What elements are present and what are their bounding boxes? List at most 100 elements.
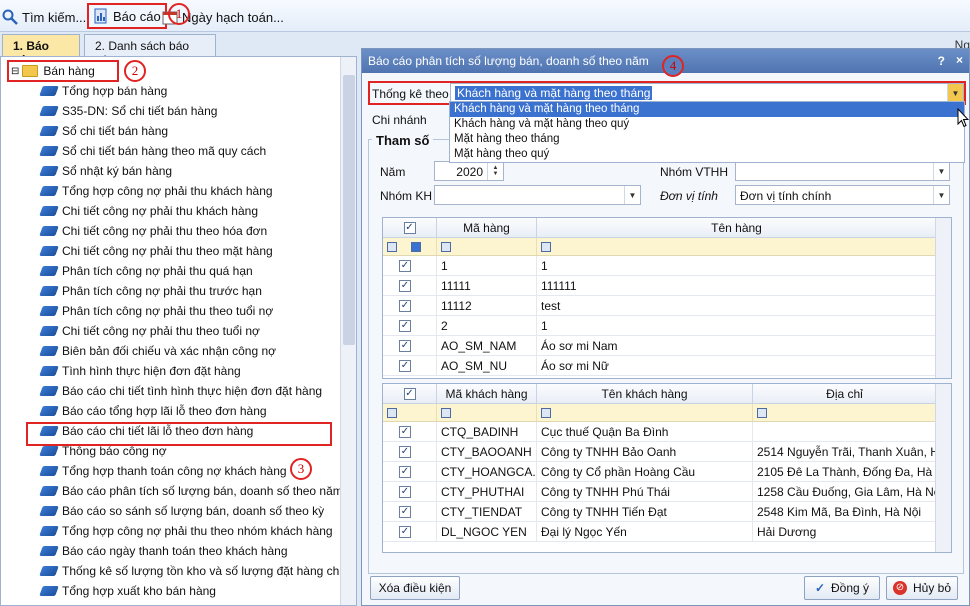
- tree-item[interactable]: Phân tích công nợ phải thu quá hạn: [39, 261, 253, 281]
- tree-item[interactable]: Tổng hợp bán hàng: [39, 81, 167, 101]
- report-button[interactable]: Báo cáo: [87, 3, 167, 29]
- tree-item[interactable]: Chi tiết công nợ phải thu theo hóa đơn: [39, 221, 267, 241]
- filter-cell[interactable]: [437, 238, 537, 255]
- items-col-name[interactable]: Tên hàng: [537, 218, 937, 237]
- row-checkbox[interactable]: ✓: [399, 259, 411, 272]
- filter-cell[interactable]: [437, 404, 537, 421]
- tree-item[interactable]: Tình hình thực hiện đơn đặt hàng: [39, 361, 241, 381]
- filter-cell[interactable]: [383, 404, 437, 421]
- chevron-down-icon[interactable]: ▼: [933, 162, 949, 180]
- cancel-button[interactable]: ⊘ Hủy bỏ: [886, 576, 958, 600]
- tree-item[interactable]: Thống kê số lượng tồn kho và số lượng đặ…: [39, 561, 354, 581]
- tree-item[interactable]: Tổng hợp công nợ phải thu theo nhóm khác…: [39, 521, 333, 541]
- table-row[interactable]: ✓ AO_SM_NU Áo sơ mi Nữ: [383, 356, 951, 376]
- row-checkbox[interactable]: ✓: [399, 425, 411, 438]
- stat-combo[interactable]: Khách hàng và mặt hàng theo tháng ▼: [450, 83, 964, 103]
- chevron-down-icon[interactable]: ▼: [947, 84, 963, 102]
- tree-item[interactable]: Tổng hợp công nợ phải thu khách hàng: [39, 181, 273, 201]
- clear-filter-button[interactable]: Xóa điều kiện: [370, 576, 460, 600]
- table-row[interactable]: ✓ DL_NGOC YEN Đại lý Ngọc Yến Hải Dương: [383, 522, 951, 542]
- row-checkbox-cell[interactable]: ✓: [383, 256, 437, 275]
- dropdown-option[interactable]: Khách hàng và mặt hàng theo quý: [450, 117, 964, 132]
- row-checkbox[interactable]: ✓: [399, 525, 411, 538]
- row-checkbox-cell[interactable]: ✓: [383, 276, 437, 295]
- customers-col-address[interactable]: Địa chỉ: [753, 384, 937, 403]
- filter-icon[interactable]: [387, 241, 397, 252]
- row-checkbox-cell[interactable]: ✓: [383, 356, 437, 375]
- tree-item[interactable]: Phân tích công nợ phải thu trước hạn: [39, 281, 262, 301]
- table-row[interactable]: ✓ AO_SM_NAM Áo sơ mi Nam: [383, 336, 951, 356]
- tree-item[interactable]: Báo cáo tổng hợp lãi lỗ theo đơn hàng: [39, 401, 267, 421]
- row-checkbox-cell[interactable]: ✓: [383, 296, 437, 315]
- tree-item[interactable]: Báo cáo chi tiết tình hình thực hiện đơn…: [39, 381, 322, 401]
- select-all-checkbox[interactable]: ✓: [383, 384, 437, 403]
- filter-icon[interactable]: [411, 241, 421, 252]
- row-checkbox-cell[interactable]: ✓: [383, 462, 437, 481]
- row-checkbox[interactable]: ✓: [399, 445, 411, 458]
- tree-item[interactable]: Sổ nhật ký bán hàng: [39, 161, 172, 181]
- chevron-down-icon[interactable]: ▼: [624, 186, 640, 204]
- row-checkbox[interactable]: ✓: [399, 339, 411, 352]
- filter-icon[interactable]: [541, 407, 551, 418]
- filter-cell[interactable]: [537, 238, 937, 255]
- tree-scrollbar[interactable]: [340, 57, 356, 605]
- row-checkbox-cell[interactable]: ✓: [383, 336, 437, 355]
- tree-root-sales[interactable]: ⊟ Bán hàng: [7, 60, 119, 82]
- row-checkbox-cell[interactable]: ✓: [383, 422, 437, 441]
- tree-item[interactable]: Báo cáo phân tích số lượng bán, doanh số…: [39, 481, 343, 501]
- row-checkbox[interactable]: ✓: [399, 319, 411, 332]
- tree-item[interactable]: Phân tích công nợ phải thu theo tuổi nợ: [39, 301, 273, 321]
- row-checkbox-cell[interactable]: ✓: [383, 316, 437, 335]
- filter-icon[interactable]: [387, 407, 397, 418]
- search-button[interactable]: Tìm kiếm...: [2, 6, 86, 28]
- dropdown-option[interactable]: Mặt hàng theo quý: [450, 147, 964, 162]
- customers-col-code[interactable]: Mã khách hàng: [437, 384, 537, 403]
- row-checkbox-cell[interactable]: ✓: [383, 522, 437, 541]
- filter-icon[interactable]: [441, 241, 451, 252]
- table-row[interactable]: ✓ 2 1: [383, 316, 951, 336]
- dropdown-option[interactable]: Khách hàng và mặt hàng theo tháng: [450, 102, 964, 117]
- help-icon[interactable]: ?: [938, 54, 945, 68]
- collapse-icon[interactable]: ⊟: [11, 66, 19, 77]
- tab-report-list[interactable]: 2. Danh sách báo cáo: [84, 34, 216, 67]
- row-checkbox[interactable]: ✓: [399, 505, 411, 518]
- row-checkbox[interactable]: ✓: [399, 485, 411, 498]
- unit-combo[interactable]: Đơn vị tính chính ▼: [735, 185, 950, 205]
- filter-icon[interactable]: [757, 407, 767, 418]
- row-checkbox[interactable]: ✓: [399, 465, 411, 478]
- filter-cell[interactable]: [753, 404, 937, 421]
- filter-cell[interactable]: [537, 404, 753, 421]
- tree-item[interactable]: Báo cáo ngày thanh toán theo khách hàng: [39, 541, 288, 561]
- table-row[interactable]: ✓ 1 1: [383, 256, 951, 276]
- filter-icon[interactable]: [441, 407, 451, 418]
- table-row[interactable]: ✓ CTY_BAOOANH Công ty TNHH Bảo Oanh 2514 Ng…: [383, 442, 951, 462]
- select-all-checkbox[interactable]: ✓: [383, 218, 437, 237]
- items-col-code[interactable]: Mã hàng: [437, 218, 537, 237]
- table-row[interactable]: ✓ 11112 test: [383, 296, 951, 316]
- year-spinner[interactable]: 2020 ▲ ▼: [434, 161, 504, 181]
- ok-button[interactable]: ✓ Đồng ý: [804, 576, 880, 600]
- close-icon[interactable]: ×: [956, 53, 963, 67]
- filter-icon[interactable]: [541, 241, 551, 252]
- tree-item[interactable]: Sổ chi tiết bán hàng: [39, 121, 168, 141]
- row-checkbox[interactable]: ✓: [399, 279, 411, 292]
- tree-item[interactable]: Chi tiết công nợ phải thu theo tuổi nợ: [39, 321, 260, 341]
- customers-col-name[interactable]: Tên khách hàng: [537, 384, 753, 403]
- table-row[interactable]: ✓ CTY_PHUTHAI Công ty TNHH Phú Thái 1258 Cầ…: [383, 482, 951, 502]
- tree-scroll-thumb[interactable]: [343, 75, 355, 345]
- tree-item[interactable]: S35-DN: Sổ chi tiết bán hàng: [39, 101, 217, 121]
- row-checkbox-cell[interactable]: ✓: [383, 442, 437, 461]
- tree-item[interactable]: Biên bản đối chiếu và xác nhận công nợ: [39, 341, 276, 361]
- row-checkbox-cell[interactable]: ✓: [383, 502, 437, 521]
- row-checkbox-cell[interactable]: ✓: [383, 482, 437, 501]
- dropdown-option[interactable]: Mặt hàng theo tháng: [450, 132, 964, 147]
- table-row[interactable]: ✓ 11111 111111: [383, 276, 951, 296]
- table-row[interactable]: ✓ CTY_TIENDAT Công ty TNHH Tiến Đạt 2548 Ki…: [383, 502, 951, 522]
- tree-item[interactable]: Báo cáo so sánh số lượng bán, doanh số t…: [39, 501, 324, 521]
- items-grid-scrollbar[interactable]: [935, 218, 951, 378]
- tab-reports[interactable]: 1. Báo cáo: [2, 34, 80, 67]
- group-vthh-combo[interactable]: ▼: [735, 161, 950, 181]
- group-kh-combo[interactable]: ▼: [434, 185, 641, 205]
- customers-grid-scrollbar[interactable]: [935, 384, 951, 552]
- spin-icon[interactable]: ▲ ▼: [487, 162, 503, 180]
